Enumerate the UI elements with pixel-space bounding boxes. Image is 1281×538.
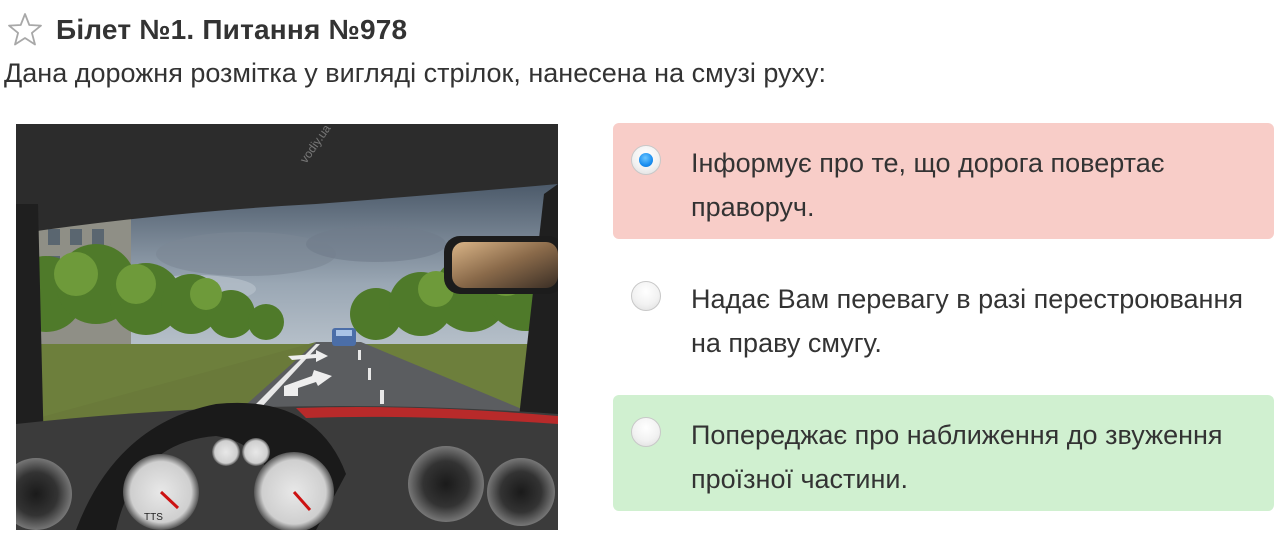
radio-button-selected[interactable] (631, 145, 661, 175)
speedometer (254, 452, 334, 530)
answer-option-3[interactable]: Попереджає про наближення до звуження пр… (613, 395, 1274, 511)
gauge-badge: TTS (144, 512, 163, 523)
question-text: Дана дорожня розмітка у вигляді стрілок,… (4, 58, 827, 88)
answer-option-1[interactable]: Інформує про те, що дорога повертає прав… (613, 123, 1274, 239)
answers-list: Інформує про те, що дорога повертає прав… (613, 123, 1274, 531)
question-header: Білет №1. Питання №978 (6, 8, 407, 52)
question-card: Білет №1. Питання №978 Дана дорожня розм… (0, 0, 1281, 538)
answer-text: Попереджає про наближення до звуження пр… (691, 420, 1223, 494)
radio-button[interactable] (631, 281, 661, 311)
page-title: Білет №1. Питання №978 (56, 14, 408, 45)
question-image: TTS vodiy.ua (16, 124, 558, 530)
answer-text: Інформує про те, що дорога повертає прав… (691, 148, 1165, 222)
radio-button[interactable] (631, 417, 661, 447)
star-icon[interactable] (6, 11, 44, 49)
answer-text: Надає Вам перевагу в разі перестроювання… (691, 284, 1243, 358)
answer-option-2[interactable]: Надає Вам перевагу в разі перестроювання… (613, 259, 1274, 375)
